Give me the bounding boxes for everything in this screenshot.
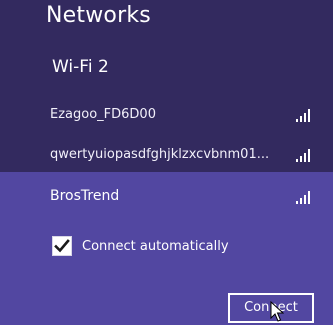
connect-automatically-label: Connect automatically [82, 238, 229, 254]
network-name: qwertyuiopasdfghjklzxcvbnm01... [50, 147, 270, 162]
network-name: BrosTrend [50, 188, 120, 204]
wifi-signal-icon [296, 147, 314, 162]
panel-title: Networks [46, 3, 151, 28]
checkmark-icon [54, 239, 70, 253]
network-name: Ezagoo_FD6D00 [50, 107, 156, 122]
connect-automatically-checkbox[interactable] [52, 236, 72, 256]
wifi-adapter-label: Wi-Fi 2 [52, 57, 109, 77]
mouse-pointer-icon [270, 301, 284, 322]
connect-automatically-option[interactable]: Connect automatically [52, 235, 229, 257]
wifi-signal-icon [296, 107, 314, 122]
networks-panel: Networks Wi-Fi 2 Ezagoo_FD6D00 qwertyuio… [0, 0, 333, 325]
wifi-signal-icon [296, 189, 314, 204]
